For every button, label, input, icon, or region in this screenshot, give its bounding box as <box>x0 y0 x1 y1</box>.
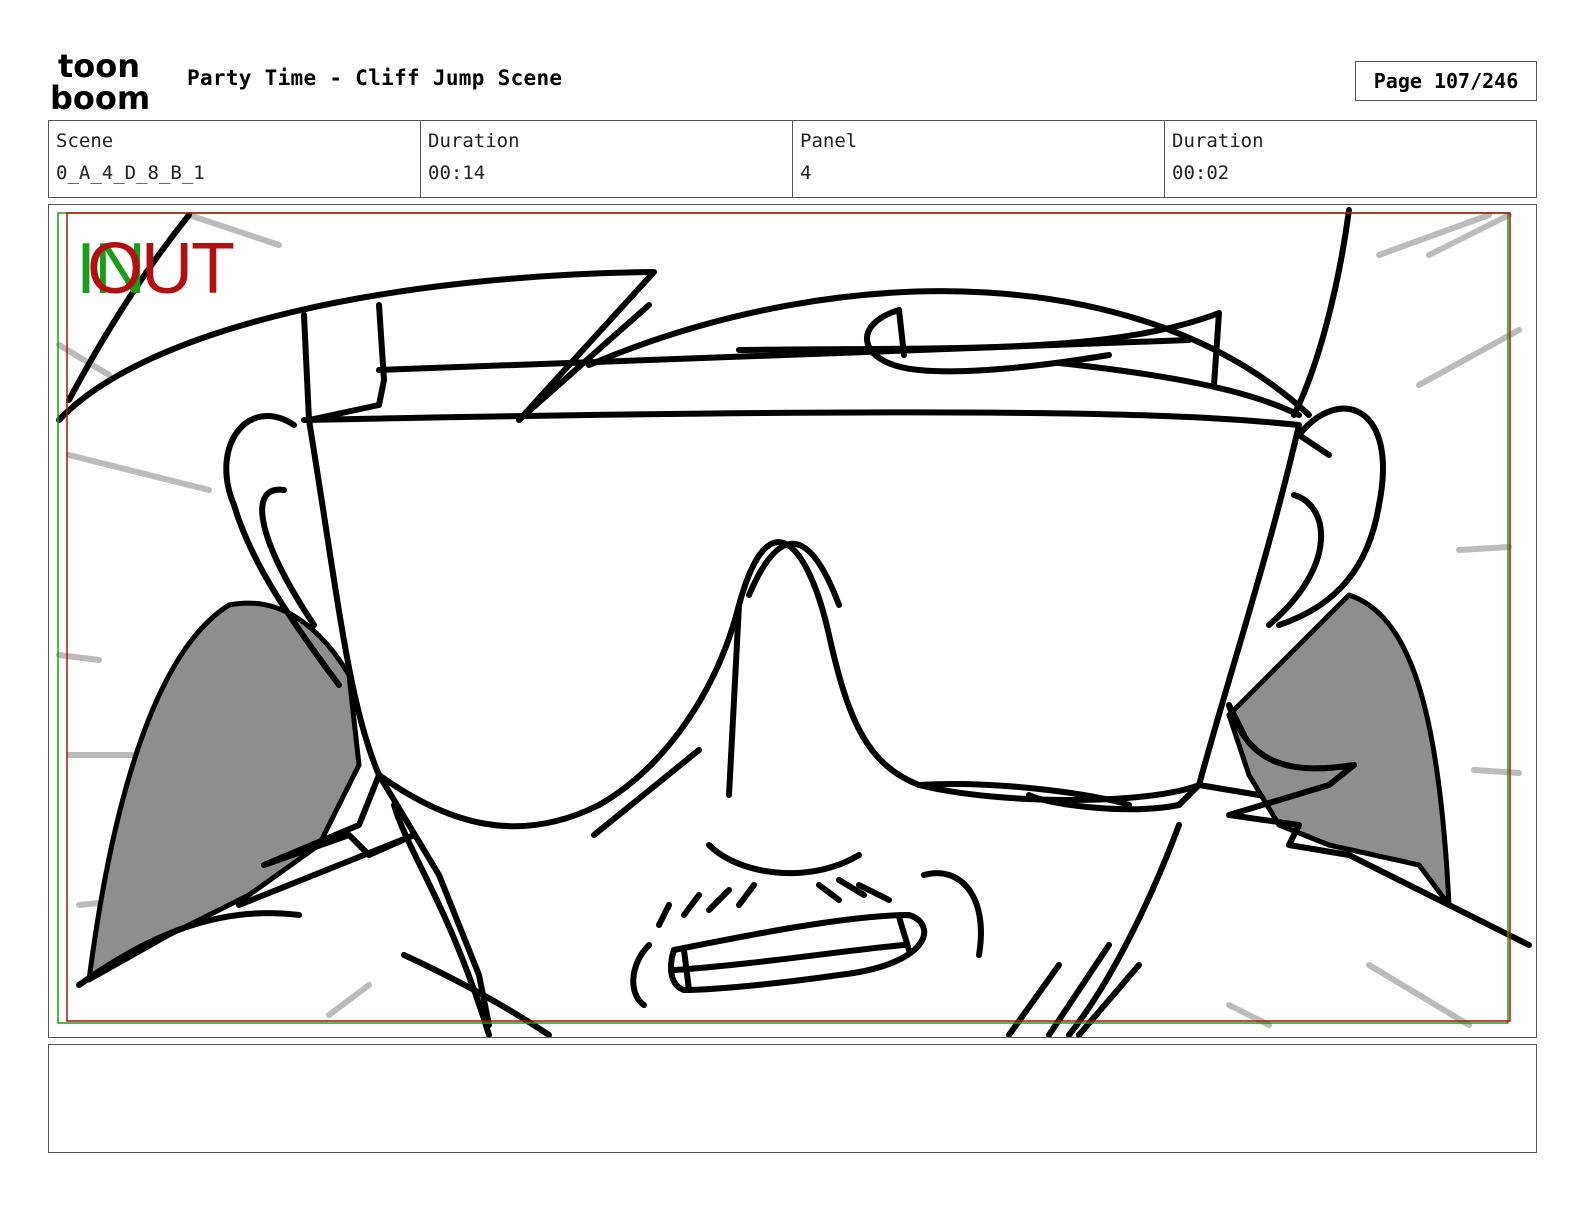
storyboard-title: Party Time - Cliff Jump Scene <box>187 66 563 90</box>
panel-duration-cell: Duration 00:02 <box>1165 121 1536 197</box>
scene-value: 0_A_4_D_8_B_1 <box>56 162 205 184</box>
storyboard-panel: IN OUT <box>48 204 1537 1038</box>
panel-duration-label: Duration <box>1172 130 1264 152</box>
scene-duration-label: Duration <box>428 130 520 152</box>
scene-duration-value: 00:14 <box>428 162 486 184</box>
scene-label: Scene <box>56 130 114 152</box>
logo-text-bottom: boom <box>50 79 150 112</box>
toonboom-logo: toon boom <box>50 47 165 117</box>
scene-duration-cell: Duration 00:14 <box>421 121 793 197</box>
panel-duration-value: 00:02 <box>1172 162 1230 184</box>
panel-sketch <box>56 207 1532 1037</box>
scene-cell: Scene 0_A_4_D_8_B_1 <box>49 121 421 197</box>
out-marker: OUT <box>87 229 235 309</box>
panel-notes-box[interactable] <box>48 1044 1537 1153</box>
hair-shadow <box>86 592 1452 983</box>
panel-label: Panel <box>800 130 858 152</box>
scene-info-bar: Scene 0_A_4_D_8_B_1 Duration 00:14 Panel… <box>48 120 1537 198</box>
panel-cell: Panel 4 <box>793 121 1165 197</box>
page-indicator: Page 107/246 <box>1355 61 1537 101</box>
logo-graphic: toon boom <box>50 47 150 117</box>
panel-value: 4 <box>800 162 812 184</box>
